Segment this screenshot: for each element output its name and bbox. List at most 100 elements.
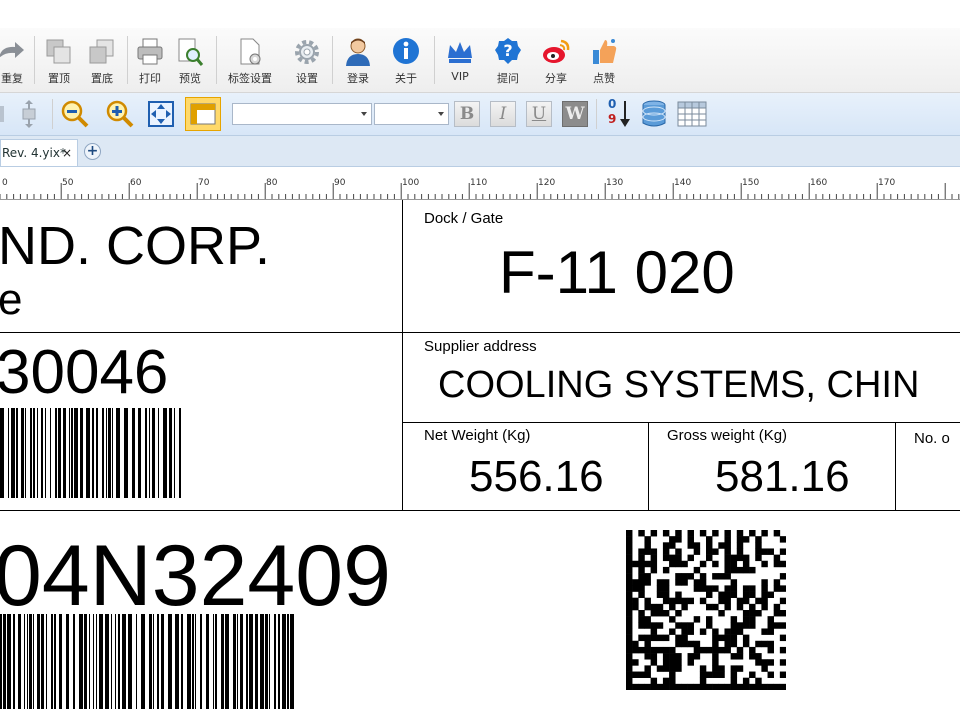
number-caption[interactable]: No. o [914,430,950,447]
datamatrix-module [669,542,676,549]
close-icon[interactable]: × [62,140,72,166]
barcode-bar [269,614,270,709]
barcode-bar [221,614,224,709]
datamatrix-module [693,683,701,690]
barcode-bar [51,614,53,709]
label-settings-button[interactable]: 标签设置 [222,34,278,90]
barcode-bar [99,614,103,709]
word-wrap-button[interactable]: W [562,101,588,127]
barcode-bar [181,614,183,709]
datamatrix-module [755,659,762,666]
barcode-bar [115,614,116,709]
supplier-value[interactable]: COOLING SYSTEMS, CHIN [438,360,919,410]
ruler-label: 50 [62,178,74,188]
datamatrix-module [736,530,744,537]
dock-gate-value[interactable]: F-11 020 [499,238,735,308]
datamatrix-module [662,591,670,598]
settings-button[interactable]: 设置 [287,34,327,90]
datamatrix-module [718,573,725,580]
gross-weight-value[interactable]: 581.16 [715,450,850,504]
underline-button[interactable]: U [526,101,552,127]
fit-to-window-icon[interactable] [144,98,178,130]
send-to-back-icon [89,39,114,64]
datamatrix-module [644,573,651,580]
part-number[interactable]: 30046 [0,338,168,408]
datamatrix-module [712,646,719,654]
datamatrix-module [755,542,762,549]
about-button[interactable]: 关于 [386,34,426,90]
datamatrix-module [662,554,670,562]
net-weight-caption[interactable]: Net Weight (Kg) [424,427,530,444]
font-size-select[interactable] [374,103,449,125]
sort-button[interactable]: 0 9 [605,97,633,131]
part-number-barcode[interactable] [0,408,190,498]
thumbs-up-icon [593,39,617,64]
italic-button[interactable]: I [490,101,516,127]
align-left-icon[interactable] [0,98,8,130]
send-to-back-button[interactable]: 置底 [83,34,121,90]
send-to-back-label: 置底 [91,72,113,85]
datamatrix-module [718,610,725,617]
datamatrix-module [675,653,682,660]
datamatrix-module [662,585,670,592]
gross-weight-caption[interactable]: Gross weight (Kg) [667,427,787,444]
bold-button[interactable]: B [454,101,480,127]
barcode-bar [136,614,137,709]
datamatrix-module [730,634,738,642]
label-divider [648,422,649,511]
barcode-bar [41,614,44,709]
datamatrix-module [644,665,651,672]
datamatrix-module [761,548,768,555]
weibo-icon [543,39,570,63]
datamatrix-code[interactable] [626,530,786,690]
barcode-bar [240,614,243,709]
ruler-label: 80 [266,178,278,188]
datamatrix-module [779,536,786,543]
user-icon [346,38,370,66]
datamatrix-module [638,683,645,690]
barcode-bar [58,408,61,498]
datamatrix-module [693,585,701,592]
label-divider [895,422,896,511]
gear-icon [295,40,319,64]
new-tab-button[interactable]: + [84,143,101,160]
company-name-line2[interactable]: e [0,276,22,324]
document-tab[interactable]: Rev. 4.yix* × [0,139,78,166]
zoom-out-icon[interactable] [58,98,92,130]
datamatrix-module [773,530,781,537]
datamatrix-module [626,683,633,690]
redo-button[interactable]: 重复 [0,34,32,90]
table-icon[interactable] [674,98,708,130]
ask-question-button[interactable]: ? 提问 [488,34,528,90]
label-divider [0,332,960,333]
login-button[interactable]: 登录 [338,34,378,90]
share-button[interactable]: 分享 [536,34,576,90]
net-weight-value[interactable]: 556.16 [469,450,604,504]
ruler-toggle-button[interactable] [185,97,221,131]
datamatrix-module [742,554,750,562]
datamatrix-module [706,683,713,690]
datamatrix-module [644,671,651,678]
supplier-caption[interactable]: Supplier address [424,338,537,355]
vip-button[interactable]: VIP [440,34,480,90]
database-icon[interactable] [637,98,671,130]
serial-number[interactable]: 04N32409 [0,530,391,622]
ruler-label: 120 [538,178,555,188]
company-name[interactable]: ND. CORP. [0,216,270,276]
datamatrix-module [675,573,682,580]
serial-barcode[interactable] [0,614,300,709]
print-button[interactable]: 打印 [131,34,169,90]
dock-gate-caption[interactable]: Dock / Gate [424,210,503,227]
like-button[interactable]: 点赞 [584,34,624,90]
zoom-in-icon[interactable] [103,98,137,130]
preview-button[interactable]: 预览 [171,34,209,90]
font-family-select[interactable] [232,103,372,125]
datamatrix-module [675,659,682,666]
distribute-vertical-icon[interactable] [12,98,46,130]
datamatrix-module [632,659,639,666]
datamatrix-module [626,659,633,666]
datamatrix-module [656,683,664,690]
datamatrix-module [724,683,731,690]
redo-label: 重复 [1,72,23,85]
bring-to-front-button[interactable]: 置顶 [40,34,78,90]
